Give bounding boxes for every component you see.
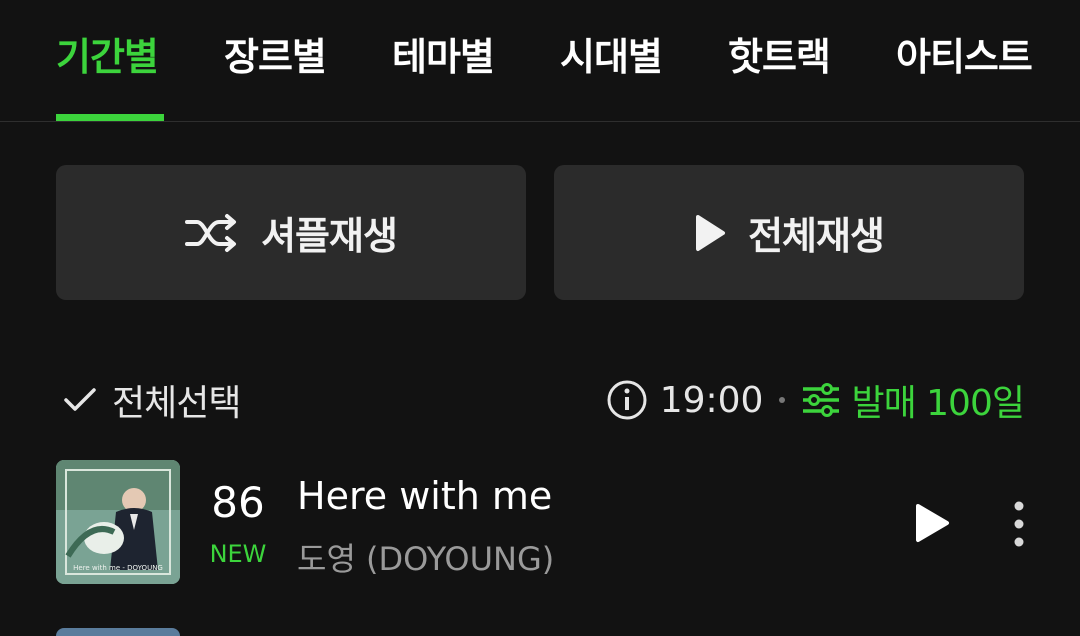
check-icon: [64, 388, 96, 411]
category-tabs: 기간별 장르별 테마별 시대별 핫트랙 아티스트: [0, 0, 1080, 122]
play-all-label: 전체재생: [748, 214, 885, 258]
cover-caption: Here with me - DOYOUNG: [73, 564, 163, 572]
tab-theme[interactable]: 테마별: [392, 26, 495, 81]
more-vertical-icon[interactable]: [1008, 500, 1030, 548]
separator-dot: [779, 397, 786, 403]
select-all-toggle[interactable]: 전체선택: [62, 374, 241, 426]
new-badge: NEW: [209, 540, 267, 568]
info-icon[interactable]: [606, 379, 648, 421]
select-all-label: 전체선택: [112, 383, 241, 424]
play-all-button[interactable]: 전체재생: [554, 165, 1024, 300]
selection-bar: 전체선택 19:00 발매 100일: [0, 368, 1080, 428]
shuffle-icon: [185, 213, 237, 252]
track-rank: 86: [211, 478, 265, 527]
filter-sliders-icon: [803, 383, 840, 417]
release-filter[interactable]: 발매 100일: [801, 374, 1025, 426]
album-cover[interactable]: Here with me - DOYOUNG: [56, 460, 180, 584]
track-artist[interactable]: 도영 (DOYOUNG): [297, 534, 554, 580]
track-row[interactable]: Here with me - DOYOUNG 86 NEW Here with …: [0, 460, 1080, 584]
tab-period[interactable]: 기간별: [56, 26, 159, 81]
tab-genre[interactable]: 장르별: [224, 26, 327, 81]
update-time: 19:00: [659, 379, 764, 421]
chart-meta: 19:00 발매 100일: [606, 374, 1025, 426]
release-filter-label: 발매 100일: [851, 383, 1025, 424]
shuffle-play-button[interactable]: 셔플재생: [56, 165, 526, 300]
track-title[interactable]: Here with me: [297, 474, 552, 518]
shuffle-play-label: 셔플재생: [261, 214, 398, 258]
tab-hot-track[interactable]: 핫트랙: [728, 26, 831, 81]
play-icon: [696, 214, 726, 251]
active-tab-indicator: [56, 114, 164, 121]
album-cover[interactable]: [56, 628, 180, 636]
tab-era[interactable]: 시대별: [560, 26, 663, 81]
play-icon[interactable]: [912, 502, 952, 544]
tab-artist[interactable]: 아티스트: [896, 26, 1033, 81]
